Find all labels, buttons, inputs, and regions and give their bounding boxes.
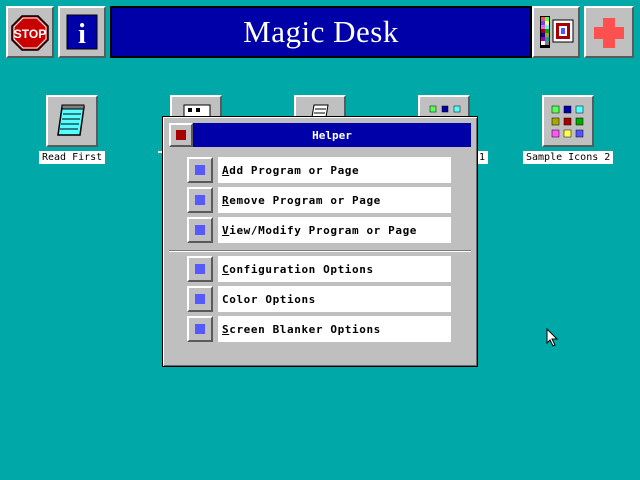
helper-dialog: Helper Add Program or Page Remove Progra… xyxy=(162,116,478,367)
mouse-cursor-icon xyxy=(546,328,559,347)
menu-item-label[interactable]: Color Options xyxy=(218,286,451,312)
menu-item-button[interactable] xyxy=(187,286,213,312)
dialog-close-button[interactable] xyxy=(169,123,193,147)
stop-label: STOP xyxy=(14,27,46,41)
menu-item-button[interactable] xyxy=(187,256,213,282)
app-title: Magic Desk xyxy=(243,14,399,49)
menu-item-label[interactable]: Screen Blanker Options xyxy=(218,316,451,342)
menu-item-configuration-options[interactable]: Configuration Options xyxy=(187,256,451,282)
info-button[interactable]: i xyxy=(58,6,106,58)
menu-item-button[interactable] xyxy=(187,316,213,342)
menu-item-label[interactable]: Remove Program or Page xyxy=(218,187,451,213)
menu-separator xyxy=(169,250,471,252)
menu-item-button[interactable] xyxy=(187,187,213,213)
menu-item-screen-blanker-options[interactable]: Screen Blanker Options xyxy=(187,316,451,342)
menu-item-button[interactable] xyxy=(187,217,213,243)
folder-icon xyxy=(183,104,211,117)
stop-button[interactable]: STOP xyxy=(6,6,54,58)
info-icon: i xyxy=(66,14,98,50)
menu-item-button[interactable] xyxy=(187,157,213,183)
menu-item-label[interactable]: Add Program or Page xyxy=(218,157,451,183)
notepad-icon xyxy=(57,104,85,136)
title-bar: Magic Desk xyxy=(110,6,532,58)
stop-sign-icon: STOP xyxy=(11,15,49,51)
menu-item-color-options[interactable]: Color Options xyxy=(187,286,451,312)
menu-item-label[interactable]: Configuration Options xyxy=(218,256,451,282)
red-cross-icon xyxy=(594,18,624,48)
icon-grid-icon xyxy=(551,105,584,138)
document-icon xyxy=(311,104,329,117)
menu-item-add-program[interactable]: Add Program or Page xyxy=(187,157,451,183)
desktop-icon-label[interactable]: Read First xyxy=(39,151,106,164)
desktop-icon-label[interactable]: Sample Icons 2 xyxy=(523,151,614,164)
info-label: i xyxy=(78,19,86,50)
menu-item-label[interactable]: View/Modify Program or Page xyxy=(218,217,451,243)
menu-item-view-modify-program[interactable]: View/Modify Program or Page xyxy=(187,217,451,243)
read-first-icon[interactable] xyxy=(46,95,98,147)
dialog-title: Helper xyxy=(193,123,471,147)
sample-icons-2-icon[interactable] xyxy=(542,95,594,147)
top-bar: STOP i Magic Desk xyxy=(6,6,634,58)
color-palette-button[interactable] xyxy=(532,6,580,58)
desktop-icon-label[interactable]: 1 xyxy=(477,151,489,164)
palette-icon xyxy=(540,16,574,48)
menu-item-remove-program[interactable]: Remove Program or Page xyxy=(187,187,451,213)
sample-icons-icon xyxy=(429,105,461,113)
first-aid-button[interactable] xyxy=(584,6,634,58)
